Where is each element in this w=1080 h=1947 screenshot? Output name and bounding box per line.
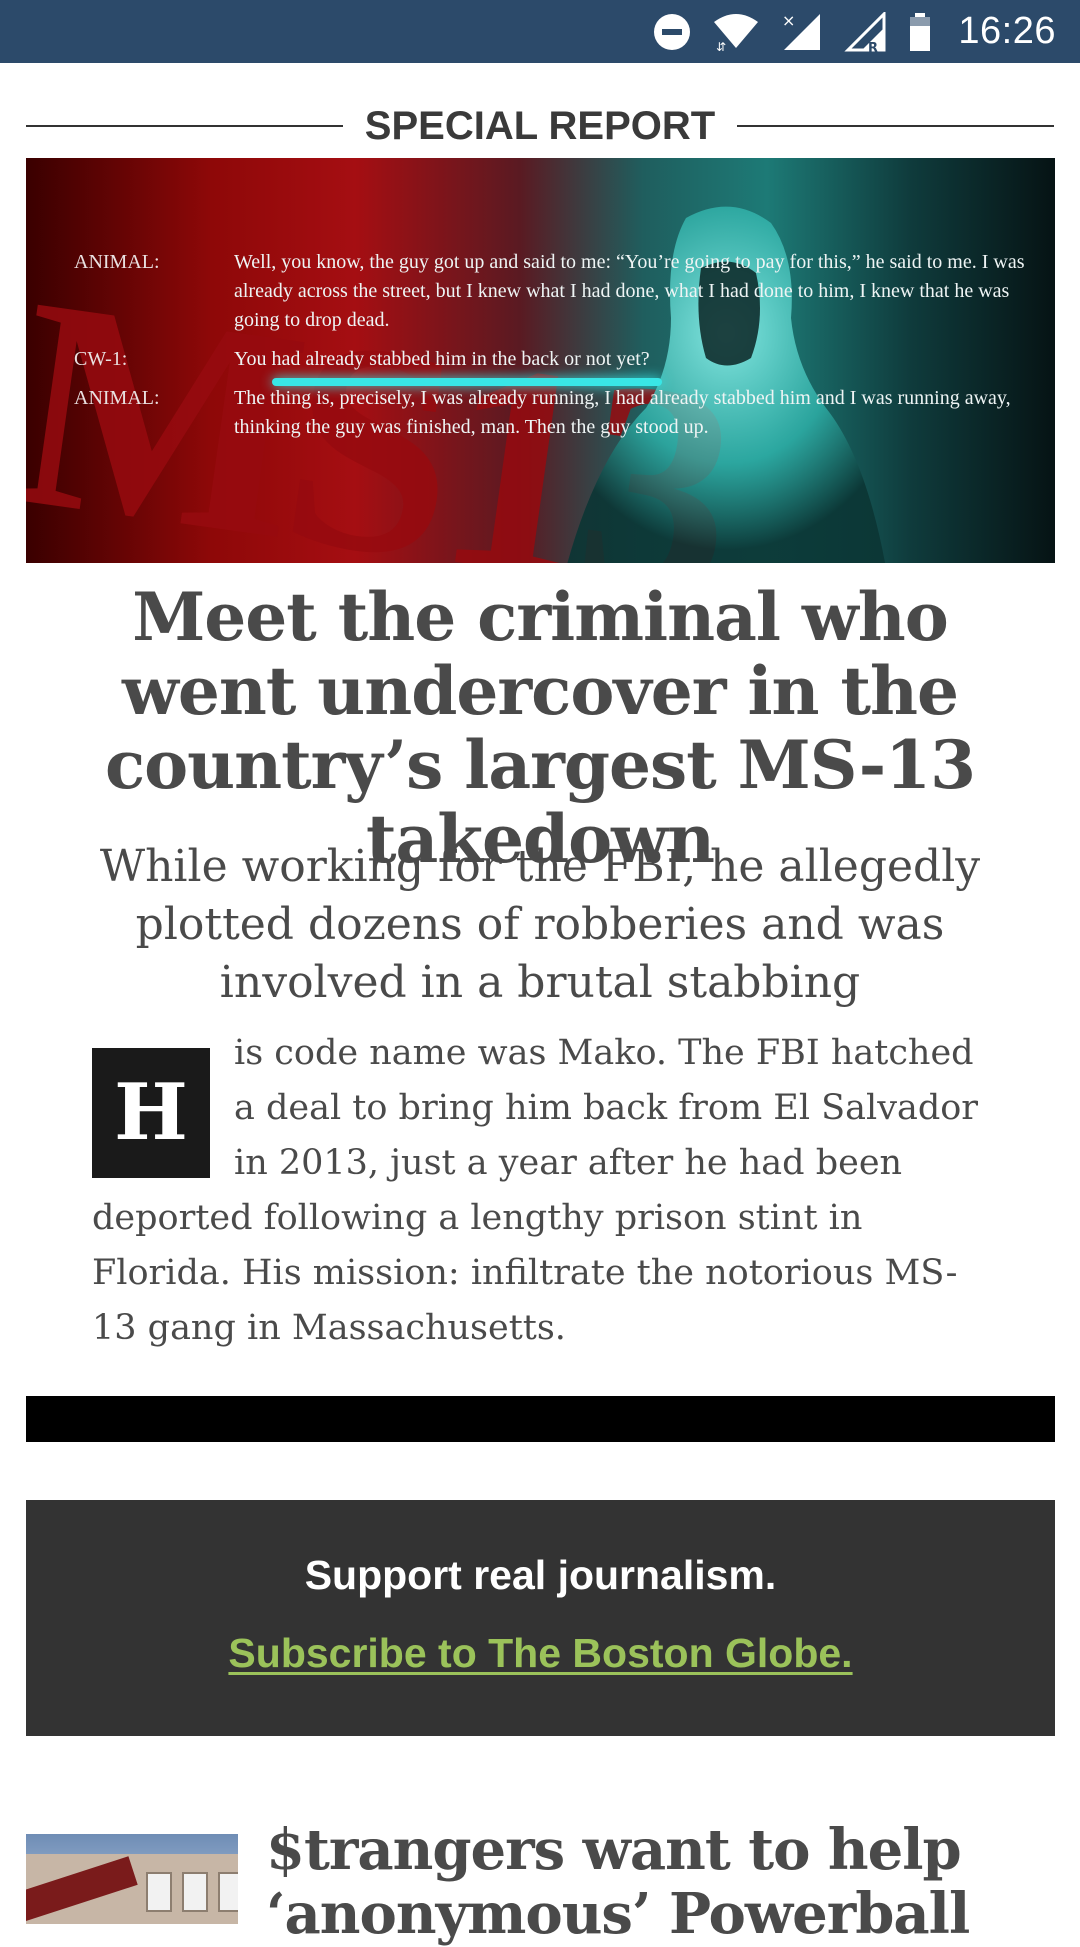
transcript-speaker: ANIMAL: [74,251,160,273]
hero-transcript: ANIMAL: Well, you know, the guy got up a… [74,248,1034,452]
article-lede: H is code name was Mako. The FBI hatched… [92,1026,992,1356]
hero-image[interactable]: MS13 ANIMAL: Well, you know, the guy got… [26,158,1055,563]
article-dek: While working for the FBI, he allegedly … [99,841,981,1008]
section-rule-right [737,125,1054,127]
article-headline[interactable]: Meet the criminal who went undercover in… [40,580,1040,876]
drop-cap: H [92,1048,210,1178]
battery-icon [908,12,932,52]
transcript-text: Well, you know, the guy got up and said … [234,251,1025,331]
status-icons: ⇵ × R 16:26 [652,0,1056,63]
status-time: 16:26 [958,10,1056,52]
transcript-row: ANIMAL: The thing is, precisely, I was a… [74,384,1034,442]
svg-text:R: R [868,41,878,52]
thumbnail-window [146,1872,172,1912]
transcript-row: CW-1: You had already stabbed him in the… [74,345,1034,374]
thumbnail-window [182,1872,208,1912]
section-header: SPECIAL REPORT [26,98,1054,154]
status-bar: ⇵ × R 16:26 [0,0,1080,63]
section-rule-left [26,125,343,127]
wifi-icon: ⇵ [712,12,760,52]
subscribe-link[interactable]: Subscribe to The Boston Globe. [26,1630,1055,1677]
next-story-thumbnail[interactable] [26,1834,238,1924]
transcript-speaker: CW-1: [74,348,128,370]
transcript-row: ANIMAL: Well, you know, the guy got up a… [74,248,1034,335]
svg-text:⇵: ⇵ [716,40,726,52]
signal-no-service-icon: × [780,12,824,52]
promo-title: Support real journalism. [304,1552,777,1598]
do-not-disturb-icon [652,12,692,52]
transcript-text: The thing is, precisely, I was already r… [234,387,1011,438]
next-story-headline[interactable]: $trangers want to help ‘anonymous’ Power… [266,1818,1066,1946]
lede-text: is code name was Mako. The FBI hatched a… [92,1033,979,1348]
section-label: SPECIAL REPORT [364,103,716,148]
transcript-text: You had already stabbed him in the back … [234,348,650,370]
transcript-speaker: ANIMAL: [74,387,160,409]
signal-roaming-icon: R [844,11,888,52]
thumbnail-window [218,1872,238,1912]
ad-divider-bar [26,1396,1055,1442]
svg-text:×: × [782,12,795,30]
subscribe-promo: Support real journalism. Subscribe to Th… [26,1500,1055,1736]
